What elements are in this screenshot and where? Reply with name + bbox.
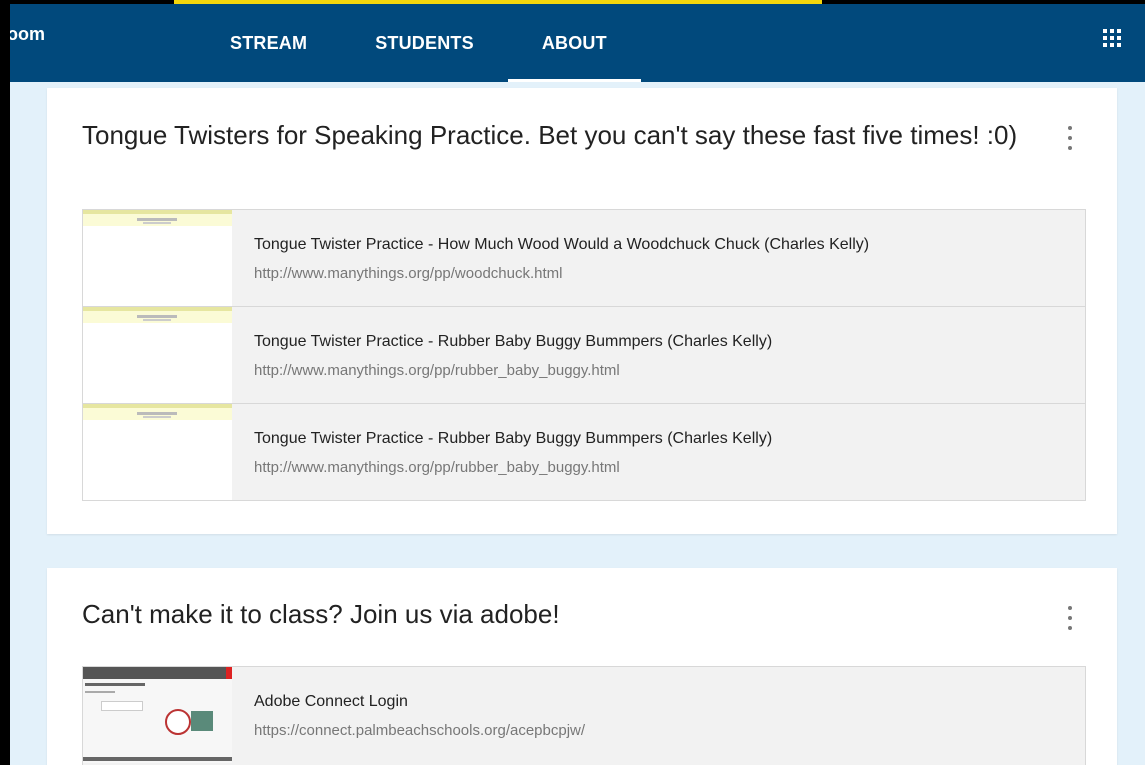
attachment-title[interactable]: Adobe Connect Login [254,692,585,712]
link-thumbnail [83,667,232,763]
attachment-url: https://connect.palmbeachschools.org/ace… [254,722,586,739]
attachment-title[interactable]: Tongue Twister Practice - How Much Wood … [254,235,869,255]
left-border [0,0,10,765]
attachment-item[interactable]: Tongue Twister Practice - Rubber Baby Bu… [83,306,1085,403]
card-title: Can't make it to class? Join us via adob… [82,599,560,629]
tab-students[interactable]: STUDENTS [341,4,508,82]
brand-title[interactable]: ɔom [8,24,45,45]
attachment-item[interactable]: Tongue Twister Practice - How Much Wood … [83,210,1085,306]
attachment-title[interactable]: Tongue Twister Practice - Rubber Baby Bu… [254,332,772,352]
tab-about[interactable]: ABOUT [507,4,641,82]
attachment-item[interactable]: Tongue Twister Practice - Rubber Baby Bu… [83,403,1085,500]
link-thumbnail [83,404,232,500]
tab-stream[interactable]: STREAM [196,4,341,82]
screen: ɔom STREAM STUDENTS ABOUT Tongue Twister… [0,0,1145,765]
main-content: Tongue Twisters for Speaking Practice. B… [10,82,1145,765]
attachment-list: Tongue Twister Practice - How Much Wood … [82,209,1086,501]
attachment-url: http://www.manythings.org/pp/woodchuck.h… [254,265,563,282]
attachment-url: http://www.manythings.org/pp/rubber_baby… [254,362,620,379]
link-thumbnail [83,307,232,403]
attachment-title[interactable]: Tongue Twister Practice - Rubber Baby Bu… [254,429,772,449]
apps-grid-icon[interactable] [1103,29,1121,47]
card-title: Tongue Twisters for Speaking Practice. B… [82,120,1018,150]
tab-bar: STREAM STUDENTS ABOUT [196,4,641,82]
link-thumbnail [83,210,232,306]
attachment-url: http://www.manythings.org/pp/rubber_baby… [254,459,620,476]
about-card: Tongue Twisters for Speaking Practice. B… [47,88,1117,534]
attachment-item[interactable]: Adobe Connect Login https://connect.palm… [83,667,1085,763]
about-card: Can't make it to class? Join us via adob… [47,568,1117,765]
more-vert-icon[interactable] [1067,126,1073,150]
app-bar: ɔom STREAM STUDENTS ABOUT [0,4,1145,82]
more-vert-icon[interactable] [1067,606,1073,630]
attachment-list: Adobe Connect Login https://connect.palm… [82,666,1086,765]
